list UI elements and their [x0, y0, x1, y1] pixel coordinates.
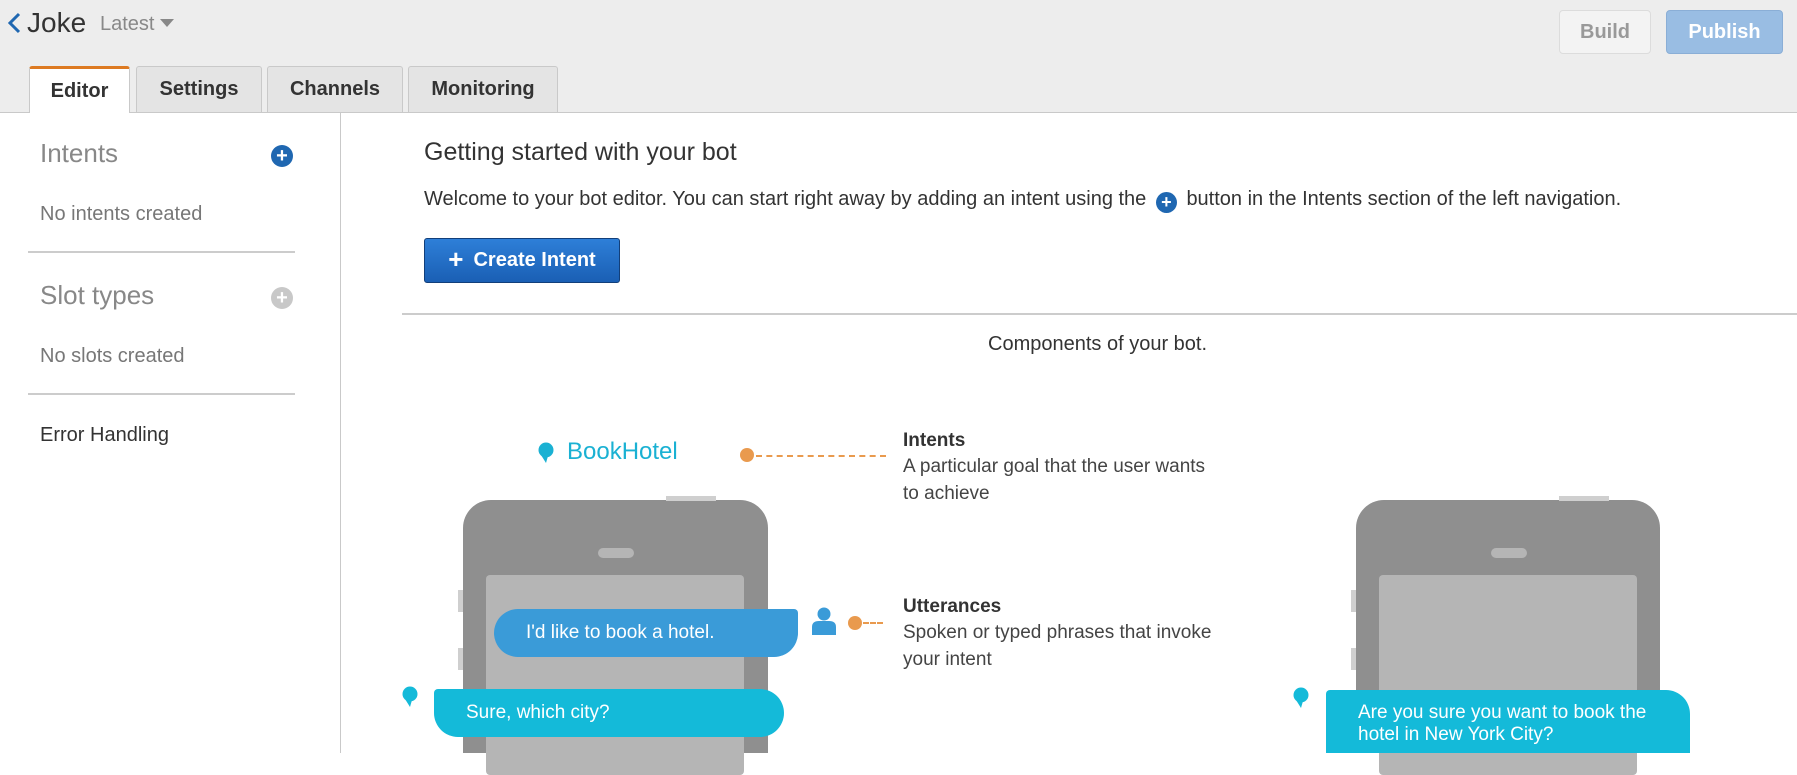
- confirmation-line: Are you sure you want to book the: [1358, 702, 1647, 723]
- connector-line: [863, 622, 883, 624]
- publish-button[interactable]: Publish: [1666, 10, 1783, 54]
- legend-intents-line1: A particular goal that the user wants: [903, 456, 1206, 477]
- tab-editor[interactable]: Editor: [29, 66, 130, 113]
- plus-icon: +: [448, 244, 464, 274]
- phone-screen: [486, 575, 744, 775]
- add-slot-type-icon[interactable]: +: [271, 287, 293, 309]
- legend-intents-line2: to achieve: [903, 483, 990, 504]
- bot-message-bubble: Sure, which city?: [434, 689, 784, 737]
- version-label: Latest: [100, 13, 155, 35]
- sidebar: Intents + No intents created Slot types …: [0, 113, 341, 753]
- create-intent-label: Create Intent: [473, 249, 596, 271]
- confirmation-text: Are you sure you want to book the hotel …: [1358, 702, 1646, 746]
- bot-name: Joke: [27, 7, 87, 38]
- speech-bubble-icon: [1293, 687, 1309, 708]
- connector-dot: [848, 616, 862, 630]
- intents-empty-text: No intents created: [40, 203, 203, 225]
- phone-top-button: [1559, 496, 1609, 501]
- user-icon: [812, 607, 836, 635]
- sidebar-item-error-handling[interactable]: Error Handling: [40, 424, 169, 447]
- welcome-text-after: button in the Intents section of the lef…: [1186, 188, 1622, 210]
- tab-settings[interactable]: Settings: [136, 66, 262, 112]
- phone-side-button: [458, 648, 463, 670]
- sidebar-divider: [28, 251, 295, 253]
- speech-bubble-icon: [538, 442, 554, 463]
- phone-speaker: [1491, 548, 1527, 558]
- phone-side-button: [1351, 590, 1356, 612]
- intent-example: BookHotel: [567, 438, 678, 465]
- user-message-bubble: I'd like to book a hotel.: [494, 609, 798, 657]
- version-dropdown[interactable]: Latest: [100, 11, 175, 37]
- plus-circle-icon: +: [1155, 192, 1177, 213]
- tab-monitoring[interactable]: Monitoring: [408, 66, 558, 112]
- phone-speaker: [598, 548, 634, 558]
- create-intent-button[interactable]: + Create Intent: [424, 238, 620, 283]
- components-title: Components of your bot.: [988, 333, 1208, 355]
- legend-utterances-line2: your intent: [903, 649, 992, 670]
- bot-confirmation-bubble: Are you sure you want to book the hotel …: [1326, 690, 1690, 753]
- top-bar: Joke Latest Build Publish Editor Setting…: [0, 0, 1797, 113]
- intents-title: Intents: [40, 138, 119, 168]
- connector-dot: [740, 448, 754, 462]
- slot-types-title: Slot types: [40, 280, 155, 310]
- content-divider: [402, 313, 1797, 315]
- connector-line: [756, 455, 886, 457]
- welcome-text-before: Welcome to your bot editor. You can star…: [424, 188, 1147, 210]
- legend-intents-title: Intents: [903, 430, 966, 451]
- sidebar-divider: [28, 393, 295, 395]
- page-title: Getting started with your bot: [424, 138, 737, 166]
- confirmation-line: hotel in New York City?: [1358, 724, 1554, 745]
- speech-bubble-icon: [402, 686, 418, 707]
- welcome-text: Welcome to your bot editor. You can star…: [424, 188, 1621, 213]
- phone-side-button: [458, 590, 463, 612]
- legend-utterances-line1: Spoken or typed phrases that invoke: [903, 622, 1212, 643]
- tab-channels[interactable]: Channels: [267, 66, 403, 112]
- chevron-left-icon[interactable]: [4, 8, 24, 38]
- phone-side-button: [1351, 648, 1356, 670]
- add-intent-icon[interactable]: +: [271, 145, 293, 167]
- slots-empty-text: No slots created: [40, 345, 185, 367]
- build-button[interactable]: Build: [1559, 10, 1651, 54]
- phone-top-button: [666, 496, 716, 501]
- legend-utterances-title: Utterances: [903, 596, 1002, 617]
- caret-down-icon: [160, 19, 175, 28]
